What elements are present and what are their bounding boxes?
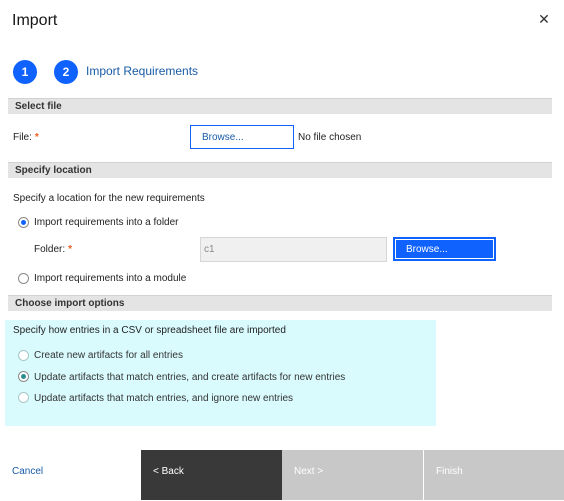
required-mark: * — [68, 244, 73, 255]
section-header-select-file: Select file — [8, 98, 552, 114]
file-label: File: * — [13, 132, 39, 143]
radio-create-new[interactable] — [18, 350, 29, 361]
radio-import-folder[interactable] — [18, 217, 29, 228]
folder-label: Folder: * — [34, 244, 72, 255]
step-2-indicator: 2 — [54, 60, 78, 84]
required-mark: * — [34, 132, 39, 143]
next-button[interactable]: Next > — [282, 450, 423, 500]
folder-browse-button[interactable]: Browse... — [393, 237, 496, 261]
section-header-location: Specify location — [8, 162, 552, 178]
section-header-import-options: Choose import options — [8, 295, 552, 311]
step-2-label: Import Requirements — [86, 64, 199, 78]
radio-import-module-label[interactable]: Import requirements into a module — [34, 273, 186, 284]
file-label-text: File: — [13, 132, 32, 143]
back-button[interactable]: < Back — [141, 450, 282, 500]
step-1-indicator: 1 — [13, 60, 37, 84]
folder-label-text: Folder: — [34, 244, 66, 255]
cancel-link[interactable]: Cancel — [12, 466, 43, 477]
finish-button[interactable]: Finish — [424, 450, 564, 500]
radio-update-create[interactable] — [18, 371, 29, 382]
radio-create-new-label[interactable]: Create new artifacts for all entries — [34, 350, 183, 361]
radio-update-ignore-label[interactable]: Update artifacts that match entries, and… — [34, 393, 293, 404]
options-description: Specify how entries in a CSV or spreadsh… — [13, 325, 286, 336]
file-browse-button[interactable]: Browse... — [190, 125, 294, 149]
dialog-title: Import — [12, 12, 58, 29]
radio-update-create-label[interactable]: Update artifacts that match entries, and… — [34, 372, 345, 383]
radio-update-ignore[interactable] — [18, 392, 29, 403]
radio-import-module[interactable] — [18, 273, 29, 284]
file-status: No file chosen — [298, 132, 362, 143]
folder-input[interactable]: c1 — [200, 237, 387, 262]
radio-import-folder-label[interactable]: Import requirements into a folder — [34, 217, 179, 228]
location-description: Specify a location for the new requireme… — [13, 193, 205, 204]
close-icon[interactable]: ✕ — [536, 11, 552, 27]
